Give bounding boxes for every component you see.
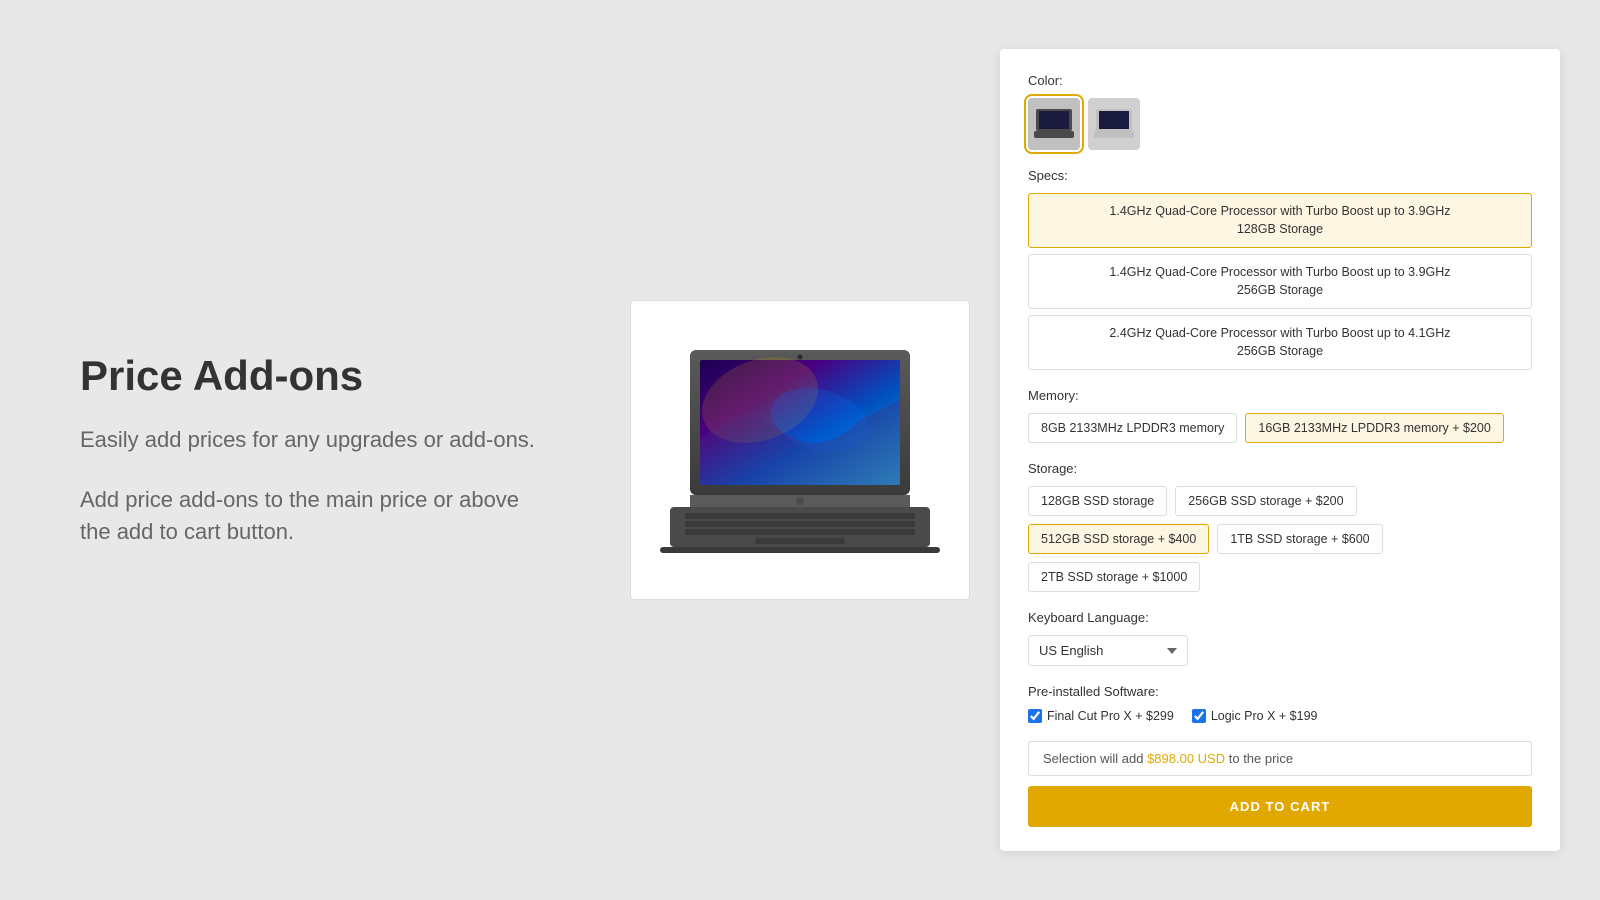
desc-1: Easily add prices for any upgrades or ad… [80, 424, 540, 456]
color-swatch-2[interactable] [1088, 98, 1140, 150]
memory-section: Memory: 8GB 2133MHz LPDDR3 memory 16GB 2… [1028, 388, 1532, 443]
spec-option-3[interactable]: 2.4GHz Quad-Core Processor with Turbo Bo… [1028, 315, 1532, 370]
spec-option-2[interactable]: 1.4GHz Quad-Core Processor with Turbo Bo… [1028, 254, 1532, 309]
product-image-card [630, 300, 970, 600]
page-title: Price Add-ons [80, 352, 540, 400]
memory-label: Memory: [1028, 388, 1532, 403]
storage-option-5[interactable]: 2TB SSD storage + $1000 [1028, 562, 1200, 592]
software-checkbox-2[interactable] [1192, 709, 1206, 723]
keyboard-section: Keyboard Language: US English UK English… [1028, 610, 1532, 666]
color-swatch-1[interactable] [1028, 98, 1080, 150]
storage-option-1[interactable]: 128GB SSD storage [1028, 486, 1167, 516]
software-label-2: Logic Pro X + $199 [1211, 709, 1318, 723]
swatch-inner-2 [1088, 98, 1140, 150]
keyboard-label: Keyboard Language: [1028, 610, 1532, 625]
desc-2: Add price add-ons to the main price or a… [80, 484, 540, 548]
storage-option-3[interactable]: 512GB SSD storage + $400 [1028, 524, 1209, 554]
specs-label: Specs: [1028, 168, 1532, 183]
spec-option-1[interactable]: 1.4GHz Quad-Core Processor with Turbo Bo… [1028, 193, 1532, 248]
selection-suffix: to the price [1225, 751, 1293, 766]
specs-section: Specs: 1.4GHz Quad-Core Processor with T… [1028, 168, 1532, 370]
color-swatches [1028, 98, 1532, 150]
add-to-cart-button[interactable]: ADD TO CART [1028, 786, 1532, 827]
software-option-1[interactable]: Final Cut Pro X + $299 [1028, 709, 1174, 723]
swatch-laptop-2 [1094, 108, 1134, 140]
memory-pill-group: 8GB 2133MHz LPDDR3 memory 16GB 2133MHz L… [1028, 413, 1532, 443]
keyboard-language-select[interactable]: US English UK English French German Span… [1028, 635, 1188, 666]
swatch-inner-1 [1028, 98, 1080, 150]
selection-summary: Selection will add $898.00 USD to the pr… [1028, 741, 1532, 776]
color-section: Color: [1028, 73, 1532, 150]
software-label: Pre-installed Software: [1028, 684, 1532, 699]
software-checkbox-1[interactable] [1028, 709, 1042, 723]
memory-option-1[interactable]: 8GB 2133MHz LPDDR3 memory [1028, 413, 1237, 443]
swatch-laptop-1 [1034, 108, 1074, 140]
product-panel: Color: [1000, 49, 1560, 851]
software-option-2[interactable]: Logic Pro X + $199 [1192, 709, 1318, 723]
software-section: Pre-installed Software: Final Cut Pro X … [1028, 684, 1532, 723]
laptop-image [660, 330, 940, 570]
color-label: Color: [1028, 73, 1532, 88]
software-checkbox-group: Final Cut Pro X + $299 Logic Pro X + $19… [1028, 709, 1532, 723]
storage-option-2[interactable]: 256GB SSD storage + $200 [1175, 486, 1356, 516]
software-label-1: Final Cut Pro X + $299 [1047, 709, 1174, 723]
selection-prefix: Selection will add [1043, 751, 1147, 766]
left-section: Price Add-ons Easily add prices for any … [0, 292, 620, 608]
storage-label: Storage: [1028, 461, 1532, 476]
storage-option-4[interactable]: 1TB SSD storage + $600 [1217, 524, 1382, 554]
selection-amount: $898.00 USD [1147, 751, 1225, 766]
storage-section: Storage: 128GB SSD storage 256GB SSD sto… [1028, 461, 1532, 592]
product-image-wrapper [620, 300, 980, 600]
memory-option-2[interactable]: 16GB 2133MHz LPDDR3 memory + $200 [1245, 413, 1503, 443]
storage-pill-group: 128GB SSD storage 256GB SSD storage + $2… [1028, 486, 1532, 592]
